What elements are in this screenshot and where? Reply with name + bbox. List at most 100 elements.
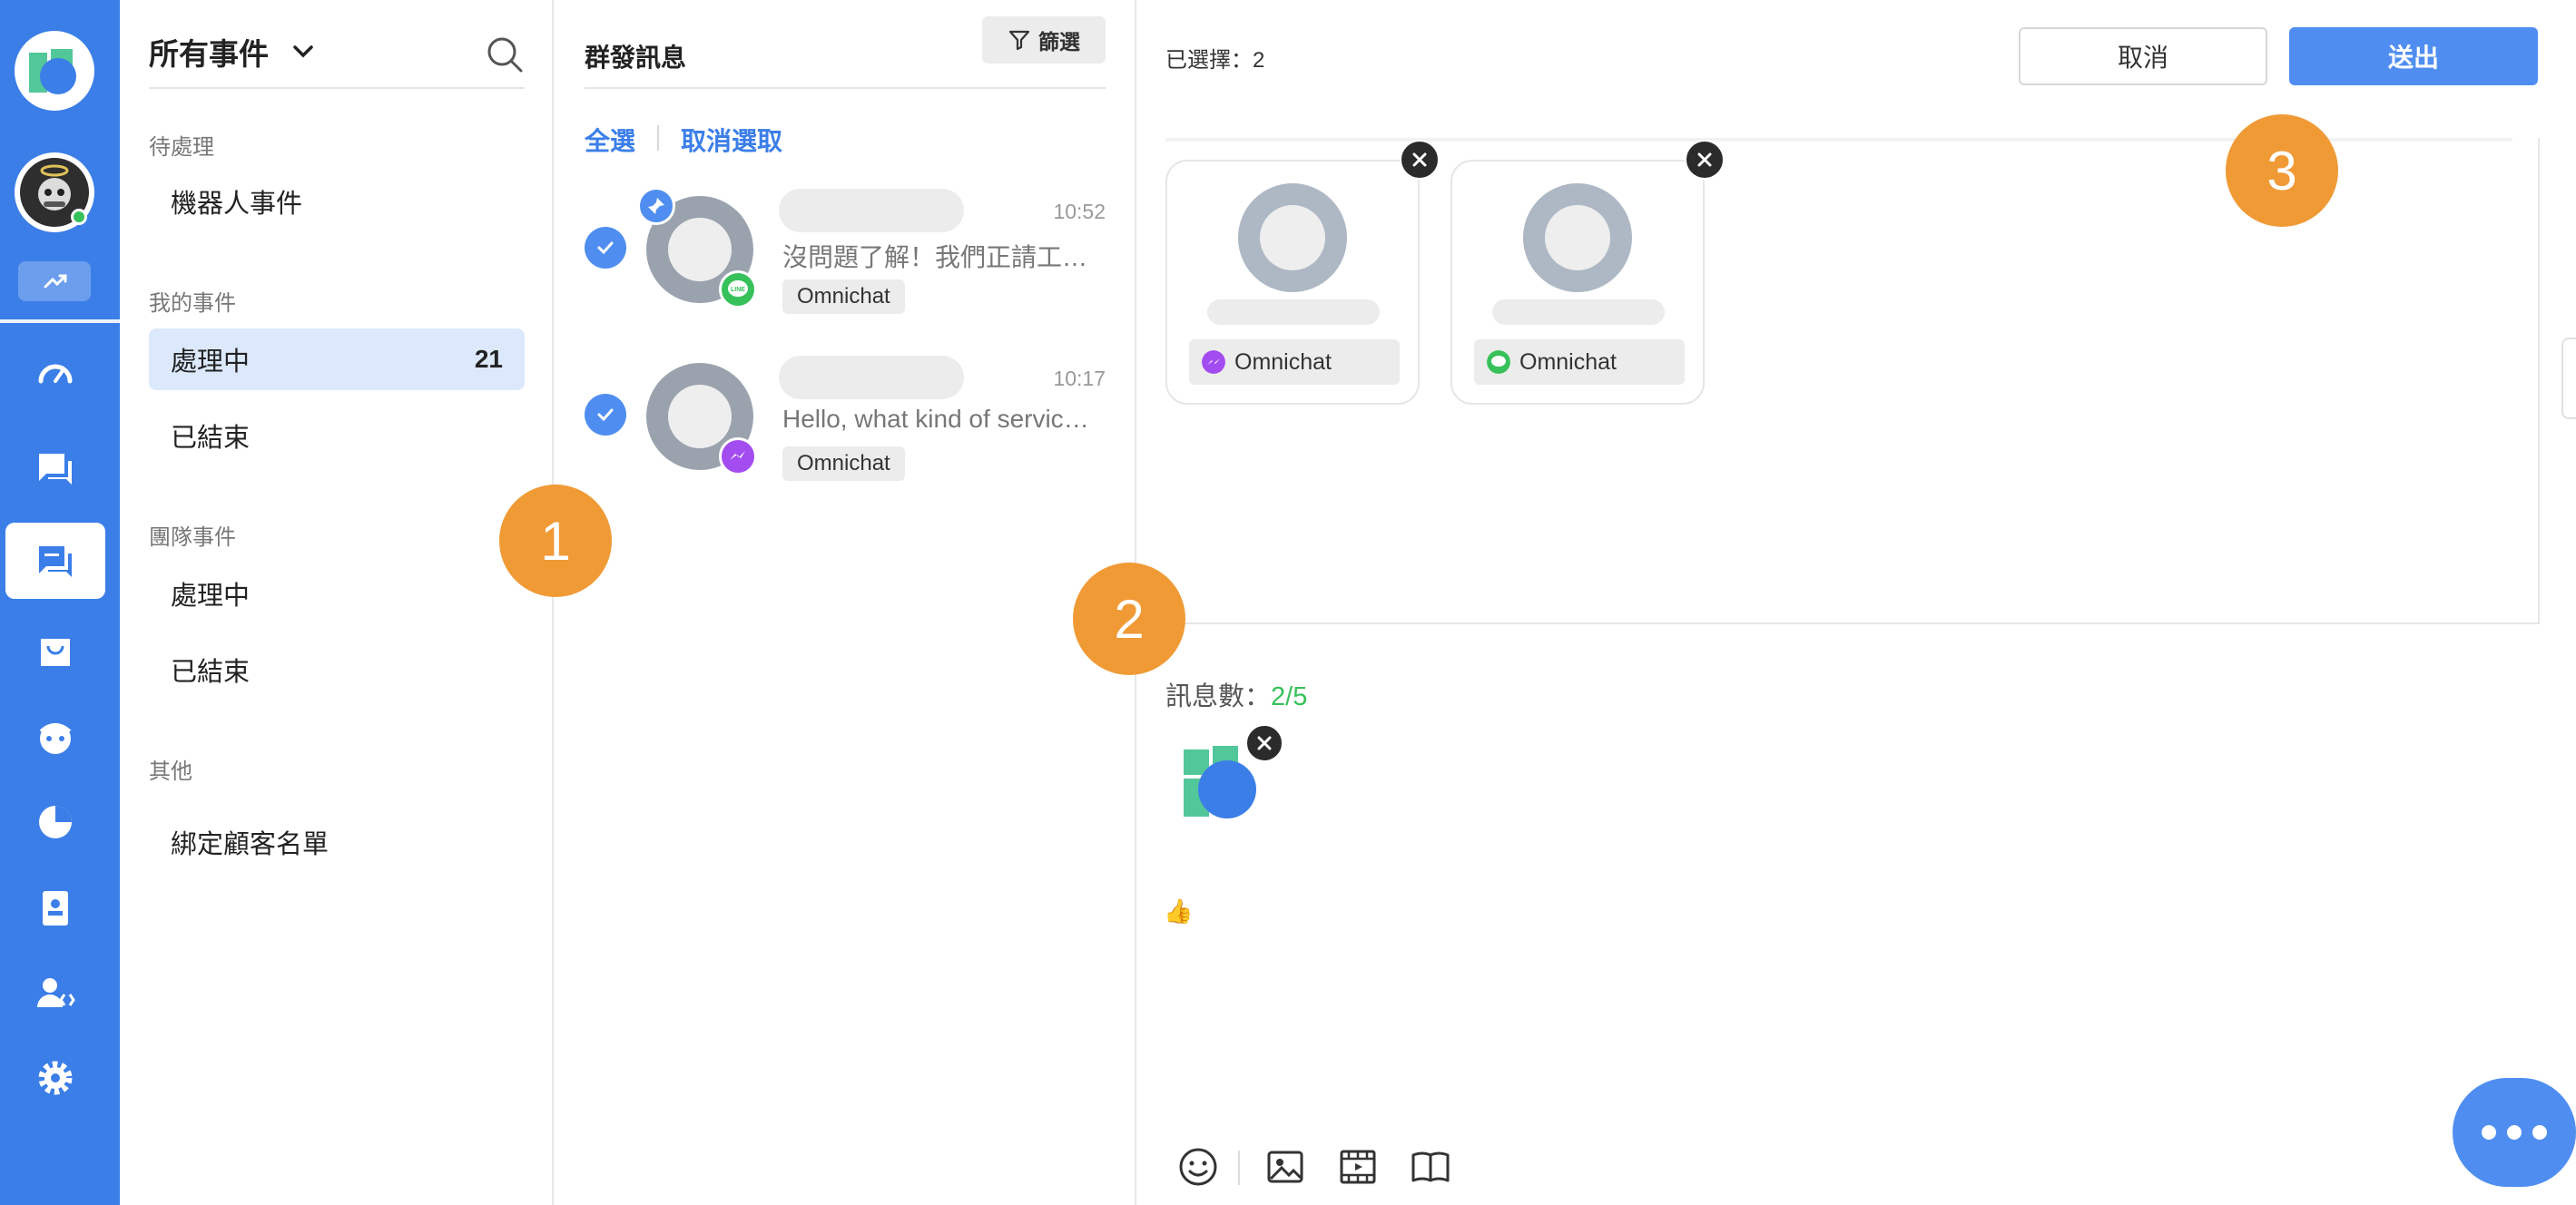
svg-text:LINE: LINE (731, 287, 745, 293)
trend-button[interactable] (18, 261, 91, 301)
message-count: 訊息數：2/5 (1165, 675, 1307, 713)
close-icon (1257, 736, 1272, 750)
dashboard-icon (38, 364, 73, 384)
recipient-name-placeholder (1492, 299, 1665, 325)
contact-icon (43, 891, 68, 926)
step-badge-1: 1 (499, 485, 612, 597)
chat-icon (39, 454, 72, 485)
filter-button[interactable]: 篩選 (982, 16, 1106, 64)
toolbar-divider (1238, 1151, 1240, 1185)
logo-image-icon (1184, 746, 1256, 818)
image-icon (1267, 1151, 1303, 1183)
report-icon (39, 806, 72, 838)
sidebar-item-label: 綁定顧客名單 (171, 830, 329, 859)
recipient-channel-tag: Omnichat (1474, 339, 1685, 385)
rail-divider (0, 319, 120, 323)
sidebar-item-customer-list[interactable]: 綁定顧客名單 (149, 811, 525, 873)
sidebar-item-bot-events[interactable]: 機器人事件 (149, 171, 525, 232)
filter-label: 篩選 (1038, 30, 1080, 54)
close-icon (1412, 152, 1427, 167)
dot-icon (2482, 1125, 2496, 1140)
cancel-button[interactable]: 取消 (2019, 27, 2267, 85)
message-preview: 沒問題了解！我們正請工作人員確認中 (782, 243, 1100, 271)
broadcast-icon (39, 546, 72, 577)
message-count-label: 訊息數： (1165, 682, 1272, 711)
emoji-button[interactable] (1175, 1143, 1222, 1190)
line-channel-icon: LINE (719, 270, 757, 309)
section-other: 其他 (149, 759, 192, 784)
deselect-all-link[interactable]: 取消選取 (681, 122, 782, 158)
sidebar-item-label: 處理中 (171, 348, 251, 377)
list-item[interactable]: 10:17 Hello, what kind of service are yo… (585, 356, 1106, 501)
send-button[interactable]: 送出 (2289, 27, 2538, 85)
selected-checkbox[interactable] (585, 227, 626, 269)
sidebar-item-team-processing[interactable]: 處理中 (149, 563, 525, 624)
side-panel-handle[interactable] (2561, 338, 2576, 419)
selected-count: 已選擇：2 (1165, 48, 1265, 73)
channel-tag: Omnichat (782, 446, 905, 481)
sidebar-item-my-processing[interactable]: 處理中 21 (149, 328, 525, 390)
nav-chat[interactable] (5, 430, 105, 506)
omnichat-logo[interactable] (15, 31, 94, 111)
attached-image[interactable] (1182, 724, 1283, 822)
search-icon[interactable] (485, 34, 525, 74)
sidebar-item-my-closed[interactable]: 已結束 (149, 405, 525, 466)
step-badge-3: 3 (2226, 114, 2338, 227)
video-icon (1340, 1150, 1376, 1184)
link-divider (657, 125, 659, 151)
sidebar-item-label: 處理中 (171, 582, 251, 611)
remove-attachment-button[interactable] (1245, 724, 1283, 762)
channel-tag: Omnichat (782, 279, 905, 314)
nav-broadcast[interactable] (5, 523, 105, 599)
filter-icon (1008, 30, 1030, 51)
nav-contacts[interactable] (5, 869, 105, 945)
nav-settings[interactable] (5, 1040, 105, 1116)
team-icon (37, 978, 75, 1007)
emoji-message: 👍 (1164, 898, 1194, 926)
recipient-tag-label: Omnichat (1234, 348, 1332, 375)
event-count-badge: 21 (474, 345, 503, 373)
check-icon (597, 241, 614, 255)
remove-recipient-button[interactable] (1685, 140, 1725, 180)
image-button[interactable] (1262, 1143, 1309, 1190)
recipient-tag-label: Omnichat (1519, 348, 1617, 375)
chevron-down-icon[interactable] (290, 39, 316, 64)
recipient-area: Omnichat Omnichat (1165, 138, 2540, 624)
recipient-card: Omnichat (1165, 140, 1440, 405)
nav-report[interactable] (5, 784, 105, 860)
library-button[interactable] (1407, 1143, 1454, 1190)
video-button[interactable] (1334, 1143, 1381, 1190)
message-count-value: 2/5 (1271, 682, 1308, 711)
broadcast-list-panel: 群發訊息 篩選 全選 取消選取 LINE 10:52 沒問題了解！我們正請工作人… (554, 0, 1136, 1205)
library-icon (1411, 1151, 1450, 1182)
select-all-link[interactable]: 全選 (585, 122, 635, 158)
section-team-events: 團隊事件 (149, 525, 236, 550)
recipient-card: Omnichat (1450, 140, 1725, 405)
settings-icon (38, 1061, 73, 1095)
close-icon (1697, 152, 1712, 167)
messenger-icon (1202, 350, 1225, 374)
live-chat-button[interactable] (2453, 1078, 2576, 1187)
dot-icon (2507, 1125, 2522, 1140)
event-sidebar: 所有事件 待處理 機器人事件 我的事件 處理中 21 已結束 團隊事件 處理中 … (120, 0, 554, 1205)
contact-name-placeholder (779, 356, 964, 399)
list-item[interactable]: LINE 10:52 沒問題了解！我們正請工作人員確認中 Omnichat (585, 187, 1106, 334)
nav-shop[interactable] (5, 613, 105, 690)
nav-bot[interactable] (5, 699, 105, 775)
section-pending: 待處理 (149, 135, 214, 160)
recipient-avatar (1523, 183, 1632, 292)
nav-dashboard[interactable] (5, 336, 105, 412)
message-time: 10:17 (1053, 367, 1106, 390)
message-preview: Hello, what kind of service are you look… (782, 405, 1100, 433)
message-time: 10:52 (1053, 200, 1106, 223)
contact-name-placeholder (779, 189, 964, 232)
step-badge-2: 2 (1073, 563, 1185, 675)
event-filter-title[interactable]: 所有事件 (149, 30, 269, 73)
remove-recipient-button[interactable] (1400, 140, 1440, 180)
recipient-name-placeholder (1207, 299, 1380, 325)
sidebar-item-team-closed[interactable]: 已結束 (149, 639, 525, 700)
icon-rail (0, 0, 120, 1205)
recipient-avatar (1238, 183, 1347, 292)
nav-team[interactable] (5, 955, 105, 1031)
selected-checkbox[interactable] (585, 394, 626, 436)
